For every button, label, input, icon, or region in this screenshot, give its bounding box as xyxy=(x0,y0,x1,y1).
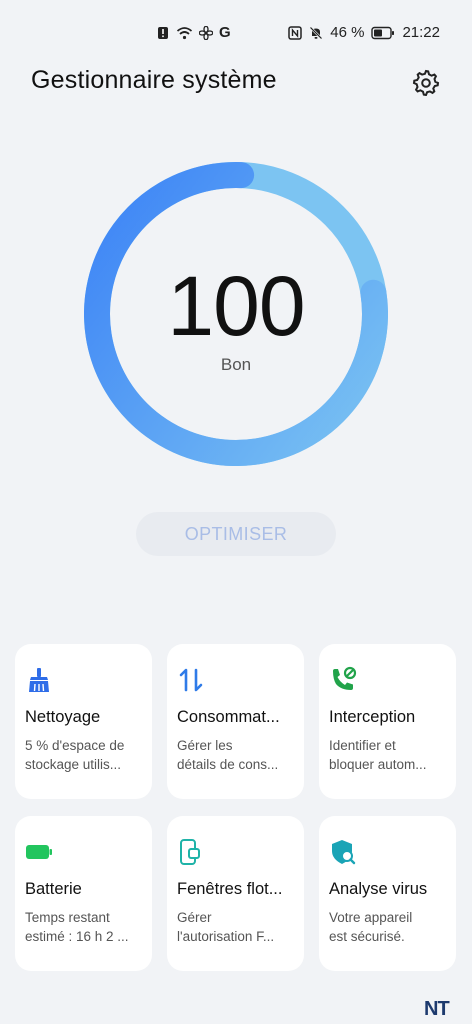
status-bar-right: 46 % 21:22 xyxy=(288,24,440,41)
card-desc-line: détails de cons... xyxy=(177,757,279,772)
watermark-logo: NT xyxy=(424,998,450,1020)
card-desc-line: l'autorisation F... xyxy=(177,929,275,944)
broom-icon xyxy=(29,668,49,692)
card-description: Votre appareil est sécurisé. xyxy=(329,908,449,946)
health-score-label: Bon xyxy=(220,355,252,374)
card-title: Nettoyage xyxy=(25,708,101,726)
shield-scan-icon xyxy=(332,840,356,865)
card-fenetres-flottantes[interactable]: Fenêtres flot... Gérer l'autorisation F.… xyxy=(167,816,304,971)
status-bar: G 46 % 21:22 xyxy=(0,0,472,64)
mute-icon xyxy=(309,26,323,39)
card-desc-line: Gérer les xyxy=(177,738,233,753)
card-title: Analyse virus xyxy=(329,880,428,898)
transfer-arrows-icon xyxy=(179,668,203,692)
optimize-button[interactable]: OPTIMISER xyxy=(136,512,336,556)
card-nettoyage[interactable]: Nettoyage 5 % d'espace de stockage utili… xyxy=(15,644,152,799)
card-title: Interception xyxy=(329,708,416,726)
card-interception[interactable]: Interception Identifier et bloquer autom… xyxy=(319,644,456,799)
floating-window-icon xyxy=(180,839,200,865)
card-description: Identifier et bloquer autom... xyxy=(329,736,449,774)
battery-percent: 46 % xyxy=(330,24,365,41)
card-title: Batterie xyxy=(25,880,82,898)
clock: 21:22 xyxy=(402,24,440,41)
page-title: Gestionnaire système xyxy=(31,66,277,94)
card-batterie[interactable]: Batterie Temps restant estimé : 16 h 2 .… xyxy=(15,816,152,971)
card-description: 5 % d'espace de stockage utilis... xyxy=(25,736,145,774)
card-desc-line: estimé : 16 h 2 ... xyxy=(25,929,129,944)
card-consommation[interactable]: Consommat... Gérer les détails de cons..… xyxy=(167,644,304,799)
battery-icon xyxy=(371,26,395,39)
health-score-value: 100 xyxy=(167,259,305,353)
card-description: Temps restant estimé : 16 h 2 ... xyxy=(25,908,145,946)
card-desc-line: Gérer xyxy=(177,910,212,925)
card-desc-line: bloquer autom... xyxy=(329,757,427,772)
card-desc-line: Votre appareil xyxy=(329,910,413,925)
card-description: Gérer l'autorisation F... xyxy=(177,908,297,946)
carrier-letter: G xyxy=(219,24,231,41)
card-desc-line: est sécurisé. xyxy=(329,929,405,944)
nfc-icon xyxy=(288,25,302,40)
card-analyse-virus[interactable]: Analyse virus Votre appareil est sécuris… xyxy=(319,816,456,971)
card-desc-line: stockage utilis... xyxy=(25,757,122,772)
fan-icon xyxy=(199,25,213,40)
card-title: Consommat... xyxy=(177,708,280,726)
status-bar-left: G xyxy=(156,24,231,41)
wifi-icon xyxy=(176,26,193,39)
gear-icon[interactable] xyxy=(412,68,440,96)
alert-icon xyxy=(158,26,168,39)
card-desc-line: Temps restant xyxy=(25,910,110,925)
card-desc-line: 5 % d'espace de xyxy=(25,738,125,753)
card-title: Fenêtres flot... xyxy=(177,880,283,898)
card-description: Gérer les détails de cons... xyxy=(177,736,297,774)
phone-block-icon xyxy=(333,666,357,690)
card-desc-line: Identifier et xyxy=(329,738,396,753)
battery-icon xyxy=(26,845,52,859)
